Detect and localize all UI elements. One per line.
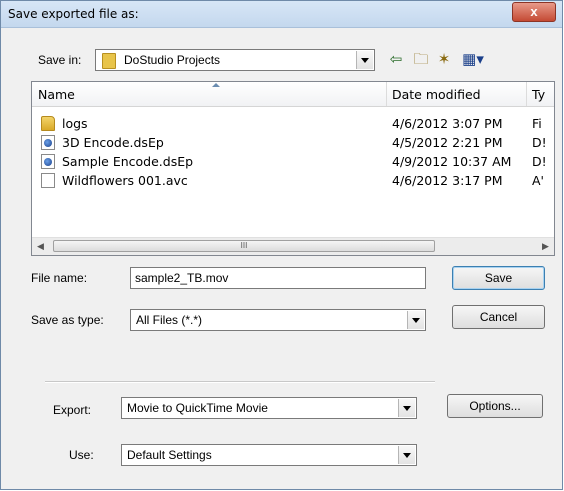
column-divider[interactable] [386,82,387,106]
scroll-left-icon[interactable]: ◀ [32,238,49,255]
chevron-down-icon[interactable] [356,51,373,69]
folder-icon [41,116,55,131]
file-date: 4/9/2012 10:37 AM [392,154,512,169]
options-button[interactable]: Options... [447,394,543,418]
save-in-combo[interactable]: DoStudio Projects [95,49,375,71]
use-label: Use: [69,448,94,462]
close-button[interactable]: x [512,2,556,22]
file-name: Wildflowers 001.avc [62,173,188,188]
export-label: Export: [53,403,92,417]
section-divider [45,381,435,383]
file-name: logs [62,116,88,131]
file-name-label: File name: [31,271,88,285]
title-bar: Save exported file as: x [1,1,562,28]
export-value: Movie to QuickTime Movie [127,401,268,415]
horizontal-scrollbar[interactable]: ◀ III ▶ [32,237,554,255]
save-in-label: Save in: [38,53,82,67]
save-dialog: Save exported file as: x Save in: DoStud… [0,0,563,490]
save-as-type-label: Save as type: [31,313,104,327]
use-select[interactable]: Default Settings [121,444,417,466]
chevron-down-icon[interactable] [398,399,415,417]
file-type: D! [532,154,547,169]
list-item[interactable]: 3D Encode.dsEp 4/5/2012 2:21 PM D! [32,133,554,152]
chevron-down-icon[interactable] [407,311,424,329]
save-as-type-value: All Files (*.*) [136,313,203,327]
file-type: D! [532,135,547,150]
list-item[interactable]: Sample Encode.dsEp 4/9/2012 10:37 AM D! [32,152,554,171]
dsep-file-icon [41,154,55,169]
column-header-date-modified[interactable]: Date modified [392,87,481,102]
dsep-file-icon [41,135,55,150]
cancel-button[interactable]: Cancel [452,305,545,329]
scrollbar-thumb[interactable]: III [53,240,435,252]
column-header-type[interactable]: Ty [532,87,545,102]
column-header-name[interactable]: Name [38,87,75,102]
list-item[interactable]: logs 4/6/2012 3:07 PM Fi [32,114,554,133]
use-value: Default Settings [127,448,212,462]
file-date: 4/6/2012 3:07 PM [392,116,503,131]
back-arrow-icon[interactable]: ⇦ [387,51,405,69]
chevron-down-icon[interactable] [398,446,415,464]
dialog-title: Save exported file as: [8,7,139,21]
new-folder-icon[interactable]: ✶ [435,51,453,69]
export-select[interactable]: Movie to QuickTime Movie [121,397,417,419]
file-name-input[interactable]: sample2_TB.mov [130,267,426,289]
file-date: 4/6/2012 3:17 PM [392,173,503,188]
column-divider[interactable] [526,82,527,106]
folder-icon [102,53,116,69]
list-item[interactable]: Wildflowers 001.avc 4/6/2012 3:17 PM A' [32,171,554,190]
list-header: Name Date modified Ty [32,82,554,107]
file-type: A' [532,173,544,188]
sort-ascending-icon [212,83,220,87]
scroll-right-icon[interactable]: ▶ [537,238,554,255]
save-as-type-select[interactable]: All Files (*.*) [130,309,426,331]
blank-file-icon [41,173,55,188]
save-in-value: DoStudio Projects [124,53,221,67]
file-name-value: sample2_TB.mov [135,271,229,285]
file-name: Sample Encode.dsEp [62,154,194,169]
file-list: Name Date modified Ty logs 4/6/2012 3:07… [31,81,555,256]
view-menu-icon[interactable]: ▦▾ [459,51,487,69]
file-date: 4/5/2012 2:21 PM [392,135,503,150]
file-name: 3D Encode.dsEp [62,135,164,150]
file-type: Fi [532,116,542,131]
save-button[interactable]: Save [452,266,545,290]
up-folder-icon[interactable]: 🗀 [412,51,430,69]
